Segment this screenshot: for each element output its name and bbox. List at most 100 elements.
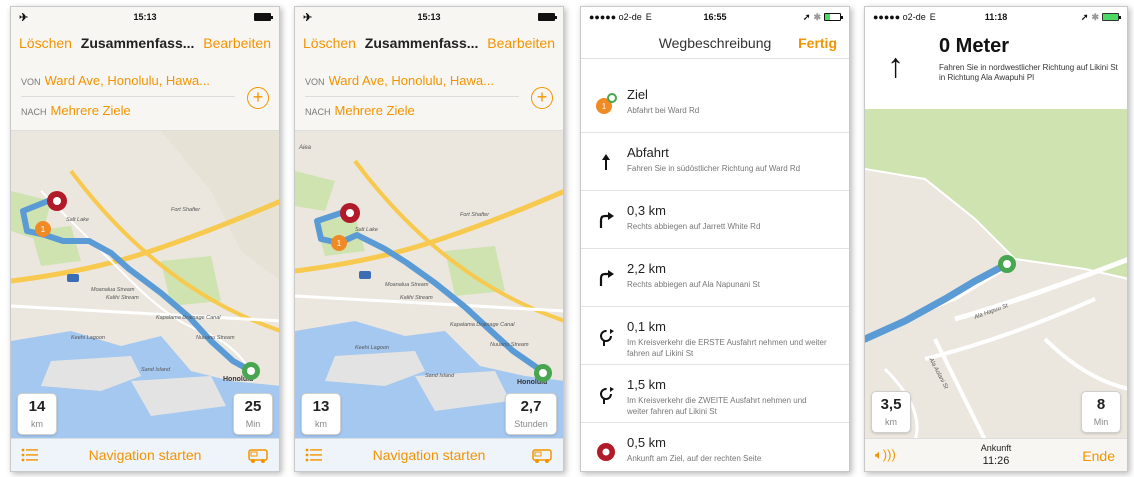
svg-text:Kalihi Stream: Kalihi Stream	[106, 295, 139, 301]
duration-badge: 2,7 Stunden	[505, 393, 557, 435]
svg-text:Salt Lake: Salt Lake	[355, 227, 378, 233]
from-value[interactable]: Ward Ave, Honolulu, Hawa...	[45, 73, 210, 88]
location-icon: ➚	[802, 11, 811, 22]
arrow-up-icon: ↑	[887, 47, 904, 85]
svg-text:Sand Island: Sand Island	[425, 373, 455, 379]
list-item[interactable]: 2,2 km Rechts abbiegen auf Ala Napunani …	[581, 249, 849, 307]
airplane-icon: ✈	[303, 11, 313, 24]
delete-button[interactable]: Löschen	[303, 35, 356, 51]
from-label: VON	[305, 77, 325, 87]
list-item[interactable]: Abfahrt Fahren Sie in südöstlicher Richt…	[581, 133, 849, 191]
battery-icon	[254, 13, 273, 21]
start-marker-icon: 1	[596, 93, 617, 114]
turn-right-icon	[599, 270, 614, 286]
edit-button[interactable]: Bearbeiten	[203, 35, 271, 51]
destination-icon	[597, 443, 615, 461]
svg-text:1: 1	[337, 239, 342, 248]
maneuver-distance: 0 Meter	[939, 35, 1010, 57]
distance-badge: 3,5 km	[871, 391, 911, 433]
distance-badge: 14 km	[17, 393, 57, 435]
battery-icon	[1102, 13, 1121, 21]
battery-icon	[824, 13, 843, 21]
status-bar: ●●●●● o2-de E 16:55 ➚ ✱	[581, 7, 849, 27]
to-field[interactable]: NACH Mehrere Ziele	[305, 103, 519, 118]
arrow-up-icon	[602, 154, 610, 170]
duration-badge: 8 Min	[1081, 391, 1121, 433]
svg-text:1: 1	[602, 102, 607, 111]
done-button[interactable]: Fertig	[798, 35, 837, 51]
screen-turn-by-turn: ●●●●● o2-de E 11:18 ➚ ✱ ↑ 0 Meter Fahren…	[864, 6, 1128, 472]
end-button[interactable]: Ende	[1082, 448, 1115, 464]
add-stop-button[interactable]: +	[531, 87, 553, 109]
duration-badge: 25 Min	[233, 393, 273, 435]
nav-bar: Löschen Zusammenfass... Bearbeiten	[11, 27, 279, 59]
list-item[interactable]: 1 Ziel Abfahrt bei Ward Rd	[581, 75, 849, 133]
bottom-toolbar: Navigation starten	[11, 438, 279, 471]
network-label: E	[645, 12, 652, 22]
bluetooth-icon: ✱	[813, 11, 821, 22]
roundabout-icon	[600, 329, 614, 346]
status-time: 15:13	[133, 12, 157, 22]
car-icon[interactable]	[247, 447, 269, 465]
route-fields: VON Ward Ave, Honolulu, Hawa... NACH Meh…	[295, 59, 563, 131]
route-fields: VON Ward Ave, Honolulu, Hawa... NACH Meh…	[11, 59, 279, 131]
navigation-map[interactable]: Ala Hapuu St Ala Aolani St 3,5 km 8 Min	[865, 109, 1127, 440]
status-bar: ✈ 15:13	[295, 7, 563, 27]
route-map[interactable]: Aiea Fort Shafter Salt Lake Moanalua Str…	[295, 131, 563, 440]
from-field[interactable]: VON Ward Ave, Honolulu, Hawa...	[305, 73, 519, 97]
to-label: NACH	[305, 107, 331, 117]
airplane-icon: ✈	[19, 11, 29, 24]
svg-text:Keehi Lagoon: Keehi Lagoon	[355, 345, 389, 351]
car-icon[interactable]	[531, 447, 553, 465]
route-map[interactable]: Fort Shafter Salt Lake Moanalua Stream K…	[11, 131, 279, 440]
svg-text:Fort Shafter: Fort Shafter	[460, 212, 490, 218]
svg-text:Aiea: Aiea	[298, 145, 312, 151]
to-field[interactable]: NACH Mehrere Ziele	[21, 103, 235, 118]
list-item[interactable]: 0,3 km Rechts abbiegen auf Jarrett White…	[581, 191, 849, 249]
maneuver-instruction: Fahren Sie in nordwestlicher Richtung au…	[939, 63, 1118, 82]
to-value[interactable]: Mehrere Ziele	[51, 103, 131, 118]
svg-text:Nuuanu Stream: Nuuanu Stream	[196, 335, 235, 341]
screen-route-summary-2: ✈ 15:13 Löschen Zusammenfass... Bearbeit…	[294, 6, 564, 472]
add-stop-button[interactable]: +	[247, 87, 269, 109]
to-label: NACH	[21, 107, 47, 117]
to-value[interactable]: Mehrere Ziele	[335, 103, 415, 118]
from-label: VON	[21, 77, 41, 87]
svg-text:Keehi Lagoon: Keehi Lagoon	[71, 335, 105, 341]
location-icon: ➚	[1080, 11, 1089, 22]
list-icon[interactable]	[21, 447, 39, 463]
svg-text:Kalihi Stream: Kalihi Stream	[400, 295, 433, 301]
bluetooth-icon: ✱	[1091, 11, 1099, 22]
status-time: 15:13	[417, 12, 441, 22]
start-navigation-button[interactable]: Navigation starten	[89, 447, 202, 463]
bottom-toolbar: Navigation starten	[295, 438, 563, 471]
list-item[interactable]: 0,5 km Ankunft am Ziel, auf der rechten …	[581, 423, 849, 471]
nav-bar: Löschen Zusammenfass... Bearbeiten	[295, 27, 563, 59]
screen-directions-list: ●●●●● o2-de E 16:55 ➚ ✱ Wegbeschreibung …	[580, 6, 850, 472]
battery-icon	[538, 13, 557, 21]
start-navigation-button[interactable]: Navigation starten	[373, 447, 486, 463]
turn-right-icon	[599, 212, 614, 228]
delete-button[interactable]: Löschen	[19, 35, 72, 51]
svg-text:Kapalama Drainage Canal: Kapalama Drainage Canal	[156, 315, 221, 321]
list-item[interactable]: 1,5 km Im Kreisverkehr die ZWEITE Ausfah…	[581, 365, 849, 423]
edit-button[interactable]: Bearbeiten	[487, 35, 555, 51]
list-icon[interactable]	[305, 447, 323, 463]
carrier-label: ●●●●● o2-de	[873, 12, 926, 22]
list-item[interactable]: 0,1 km Im Kreisverkehr die ERSTE Ausfahr…	[581, 307, 849, 365]
svg-text:Salt Lake: Salt Lake	[66, 217, 89, 223]
guidance-header: ↑ 0 Meter Fahren Sie in nordwestlicher R…	[865, 27, 1127, 109]
page-title: Zusammenfass...	[364, 35, 479, 51]
screen-route-summary-1: ✈ 15:13 Löschen Zusammenfass... Bearbeit…	[10, 6, 280, 472]
svg-text:Nuuanu Stream: Nuuanu Stream	[490, 342, 529, 348]
status-bar: ●●●●● o2-de E 11:18 ➚ ✱	[865, 7, 1127, 27]
from-value[interactable]: Ward Ave, Honolulu, Hawa...	[329, 73, 494, 88]
svg-text:Moanalua Stream: Moanalua Stream	[91, 287, 135, 293]
bottom-toolbar: 🔈︎))) Ankunft 11:26 Ende	[865, 438, 1127, 471]
page-title: Zusammenfass...	[80, 35, 195, 51]
network-label: E	[929, 12, 936, 22]
carrier-label: ●●●●● o2-de	[589, 12, 642, 22]
status-bar: ✈ 15:13	[11, 7, 279, 27]
nav-bar: Wegbeschreibung Fertig	[581, 27, 849, 59]
from-field[interactable]: VON Ward Ave, Honolulu, Hawa...	[21, 73, 235, 97]
